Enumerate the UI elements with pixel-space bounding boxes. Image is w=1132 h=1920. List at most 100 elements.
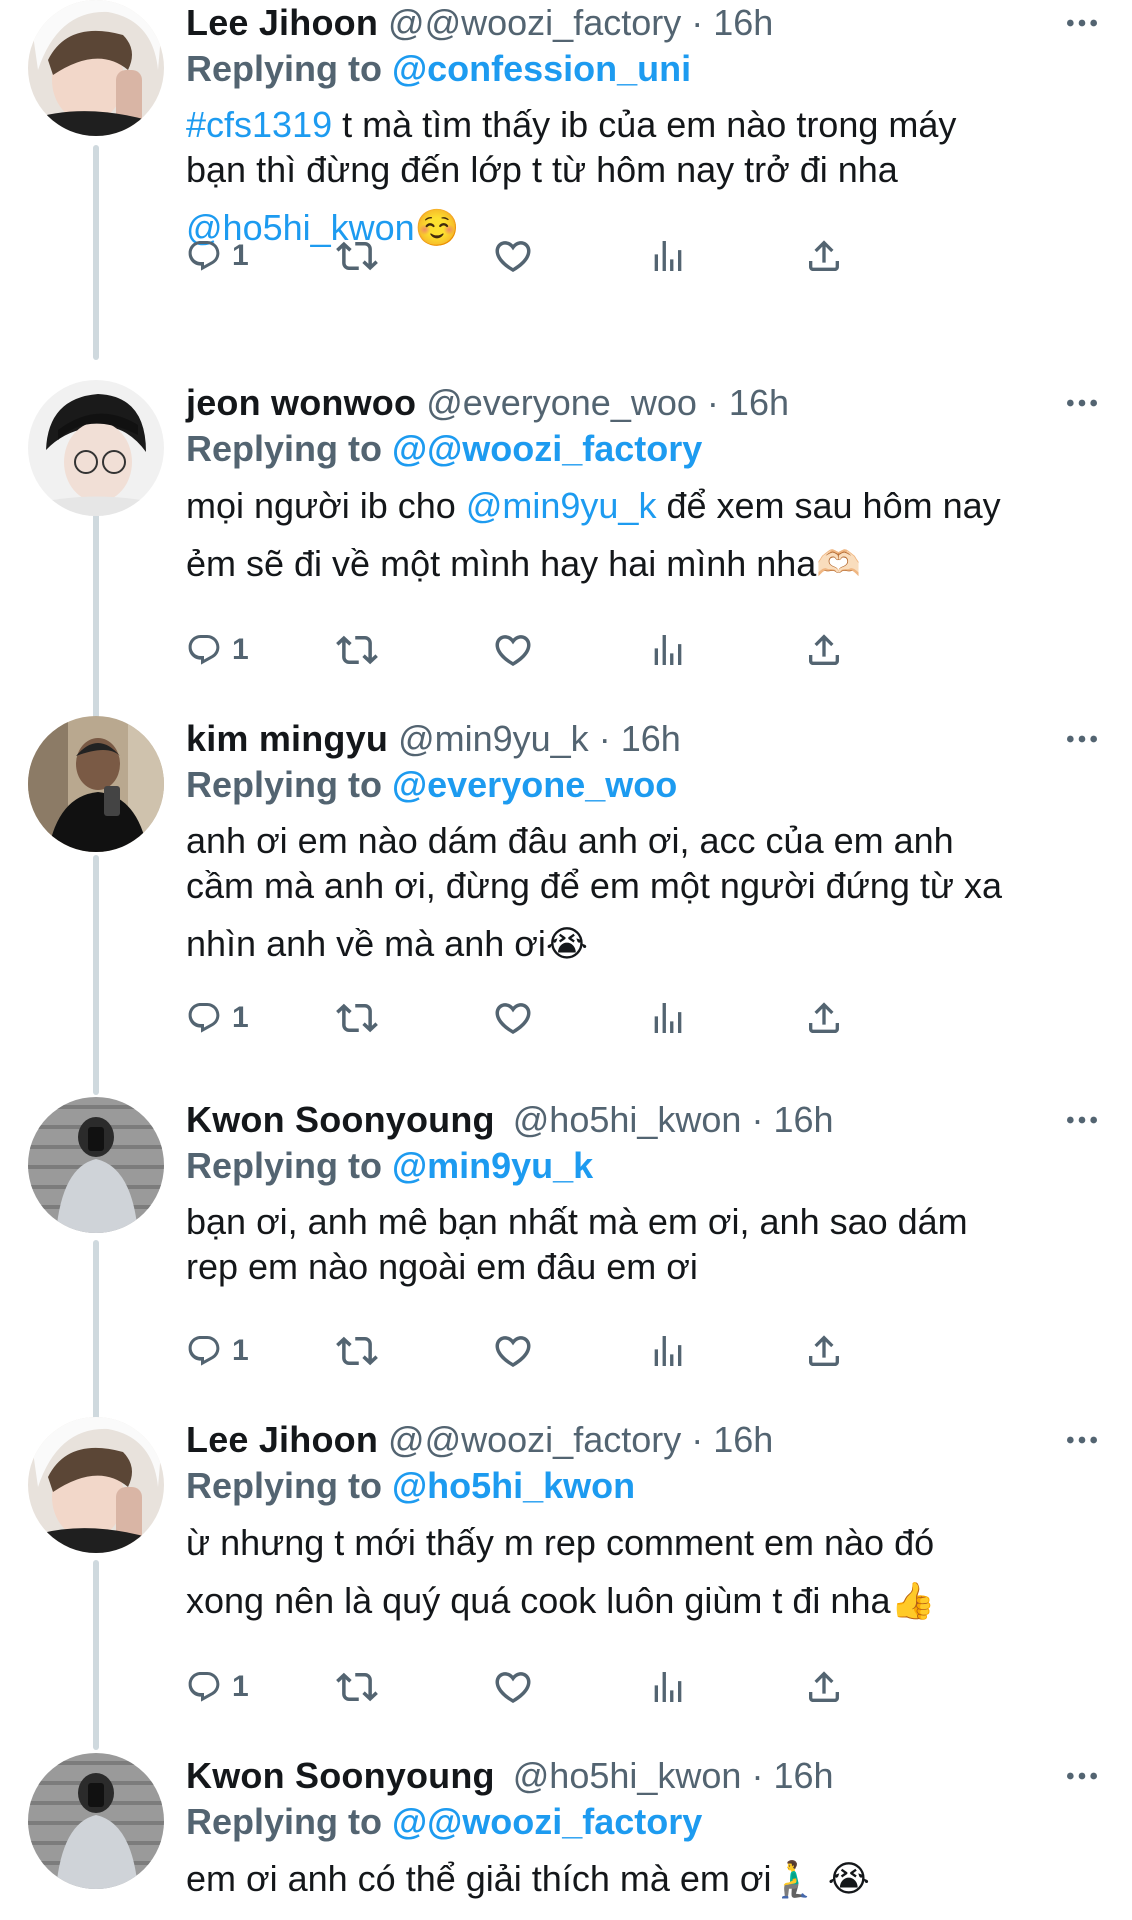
- tweet-text-line: bạn ơi, anh mê bạn nhất mà em ơi, anh sa…: [186, 1201, 968, 1242]
- reply-button[interactable]: 1: [186, 1323, 249, 1379]
- tweet-text-line: xong nên là quý quá cook luôn giùm t đi …: [186, 1580, 891, 1621]
- user-handle[interactable]: @ho5hi_kwon: [513, 1755, 742, 1796]
- timestamp[interactable]: 16h: [713, 1419, 773, 1460]
- timestamp[interactable]: 16h: [621, 718, 681, 759]
- avatar[interactable]: [28, 1417, 164, 1553]
- tweet-header: Kwon Soonyoung @ho5hi_kwon · 16h: [186, 1097, 1102, 1143]
- retweet-button[interactable]: [336, 990, 378, 1046]
- share-button[interactable]: [804, 1323, 844, 1379]
- share-icon: [804, 236, 844, 276]
- more-options-icon[interactable]: [1062, 380, 1102, 426]
- user-handle[interactable]: @@woozi_factory: [388, 2, 681, 43]
- thread-connector-line: [93, 1240, 99, 1430]
- share-button[interactable]: [804, 990, 844, 1046]
- avatar[interactable]: [28, 1753, 164, 1889]
- replying-to-mention[interactable]: @@woozi_factory: [392, 428, 702, 469]
- display-name[interactable]: Lee Jihoon: [186, 1419, 378, 1460]
- retweet-button[interactable]: [336, 1659, 378, 1715]
- display-name[interactable]: Kwon Soonyoung: [186, 1099, 495, 1140]
- replying-to-label: Replying to: [186, 1465, 382, 1506]
- views-chart-icon: [648, 1667, 688, 1707]
- retweet-button[interactable]: [336, 622, 378, 678]
- reply-button[interactable]: 1: [186, 1659, 249, 1715]
- timestamp[interactable]: 16h: [713, 2, 773, 43]
- heart-icon: [492, 1330, 534, 1372]
- replying-to-label: Replying to: [186, 48, 382, 89]
- like-button[interactable]: [492, 622, 534, 678]
- reply-icon: [186, 1000, 222, 1036]
- reply-button[interactable]: 1: [186, 990, 249, 1046]
- reply-button[interactable]: 1: [186, 622, 249, 678]
- heart-icon: [492, 1666, 534, 1708]
- replying-to-mention[interactable]: @min9yu_k: [392, 1145, 593, 1186]
- retweet-button[interactable]: [336, 228, 378, 284]
- like-button[interactable]: [492, 1323, 534, 1379]
- separator-dot: ·: [706, 382, 719, 423]
- more-options-icon[interactable]: [1062, 1753, 1102, 1799]
- avatar[interactable]: [28, 1097, 164, 1233]
- user-handle[interactable]: @min9yu_k: [398, 718, 589, 759]
- like-button[interactable]: [492, 228, 534, 284]
- timestamp[interactable]: 16h: [729, 382, 789, 423]
- tweet-text-line: ẻm sẽ đi về một mình hay hai mình nha: [186, 543, 817, 584]
- user-handle[interactable]: @ho5hi_kwon: [513, 1099, 742, 1140]
- separator-dot: ·: [751, 1755, 764, 1796]
- separator-dot: ·: [691, 1419, 704, 1460]
- user-handle[interactable]: @everyone_woo: [426, 382, 697, 423]
- display-name[interactable]: kim mingyu: [186, 718, 388, 759]
- more-options-icon[interactable]: [1062, 0, 1102, 46]
- tweet-text: anh ơi em nào dám đâu anh ơi, acc của em…: [186, 818, 1102, 967]
- replying-to: Replying to @everyone_woo: [186, 762, 1102, 808]
- tweet-actions: 1: [186, 1659, 1016, 1715]
- replying-to-mention[interactable]: @@woozi_factory: [392, 1801, 702, 1842]
- tweet-header: Kwon Soonyoung @ho5hi_kwon · 16h: [186, 1753, 1102, 1799]
- timestamp[interactable]: 16h: [774, 1755, 834, 1796]
- views-button[interactable]: [648, 1323, 688, 1379]
- tweet-text: mọi người ib cho @min9yu_k để xem sau hô…: [186, 477, 1102, 594]
- share-button[interactable]: [804, 228, 844, 284]
- views-button[interactable]: [648, 228, 688, 284]
- tweet-header: Lee Jihoon @@woozi_factory · 16h: [186, 1417, 1102, 1463]
- retweet-icon: [336, 1330, 378, 1372]
- like-button[interactable]: [492, 1659, 534, 1715]
- views-button[interactable]: [648, 1659, 688, 1715]
- views-button[interactable]: [648, 990, 688, 1046]
- reply-icon: [186, 1333, 222, 1369]
- tweet-actions: 1: [186, 1323, 1016, 1379]
- share-button[interactable]: [804, 622, 844, 678]
- reply-count: 1: [232, 1670, 249, 1703]
- more-options-icon[interactable]: [1062, 1097, 1102, 1143]
- replying-to: Replying to @ho5hi_kwon: [186, 1463, 1102, 1509]
- views-button[interactable]: [648, 622, 688, 678]
- emoji: 🫶🏻: [816, 544, 862, 585]
- display-name[interactable]: Kwon Soonyoung: [186, 1755, 495, 1796]
- heart-icon: [492, 997, 534, 1039]
- replying-to: Replying to @min9yu_k: [186, 1143, 1102, 1189]
- replying-to-mention[interactable]: @ho5hi_kwon: [392, 1465, 635, 1506]
- display-name[interactable]: jeon wonwoo: [186, 382, 416, 423]
- user-handle[interactable]: @@woozi_factory: [388, 1419, 681, 1460]
- views-chart-icon: [648, 236, 688, 276]
- mention-link[interactable]: @min9yu_k: [466, 485, 657, 526]
- avatar[interactable]: [28, 0, 164, 136]
- more-options-icon[interactable]: [1062, 716, 1102, 762]
- thread-connector-line: [93, 145, 99, 360]
- tweet-text-line: anh ơi em nào dám đâu anh ơi, acc của em…: [186, 820, 954, 861]
- timestamp[interactable]: 16h: [774, 1099, 834, 1140]
- display-name[interactable]: Lee Jihoon: [186, 2, 378, 43]
- more-options-icon[interactable]: [1062, 1417, 1102, 1463]
- views-chart-icon: [648, 998, 688, 1038]
- avatar[interactable]: [28, 716, 164, 852]
- replying-to-mention[interactable]: @confession_uni: [392, 48, 691, 89]
- avatar[interactable]: [28, 380, 164, 516]
- hashtag-link[interactable]: #cfs1319: [186, 104, 332, 145]
- reply-button[interactable]: 1: [186, 228, 249, 284]
- tweet-text-line: em ơi anh có thể giải thích mà em ơi: [186, 1858, 772, 1899]
- replying-to-mention[interactable]: @everyone_woo: [392, 764, 677, 805]
- share-button[interactable]: [804, 1659, 844, 1715]
- like-button[interactable]: [492, 990, 534, 1046]
- heart-icon: [492, 235, 534, 277]
- replying-to: Replying to @confession_uni: [186, 46, 1102, 92]
- retweet-button[interactable]: [336, 1323, 378, 1379]
- emoji: 😭: [545, 924, 588, 965]
